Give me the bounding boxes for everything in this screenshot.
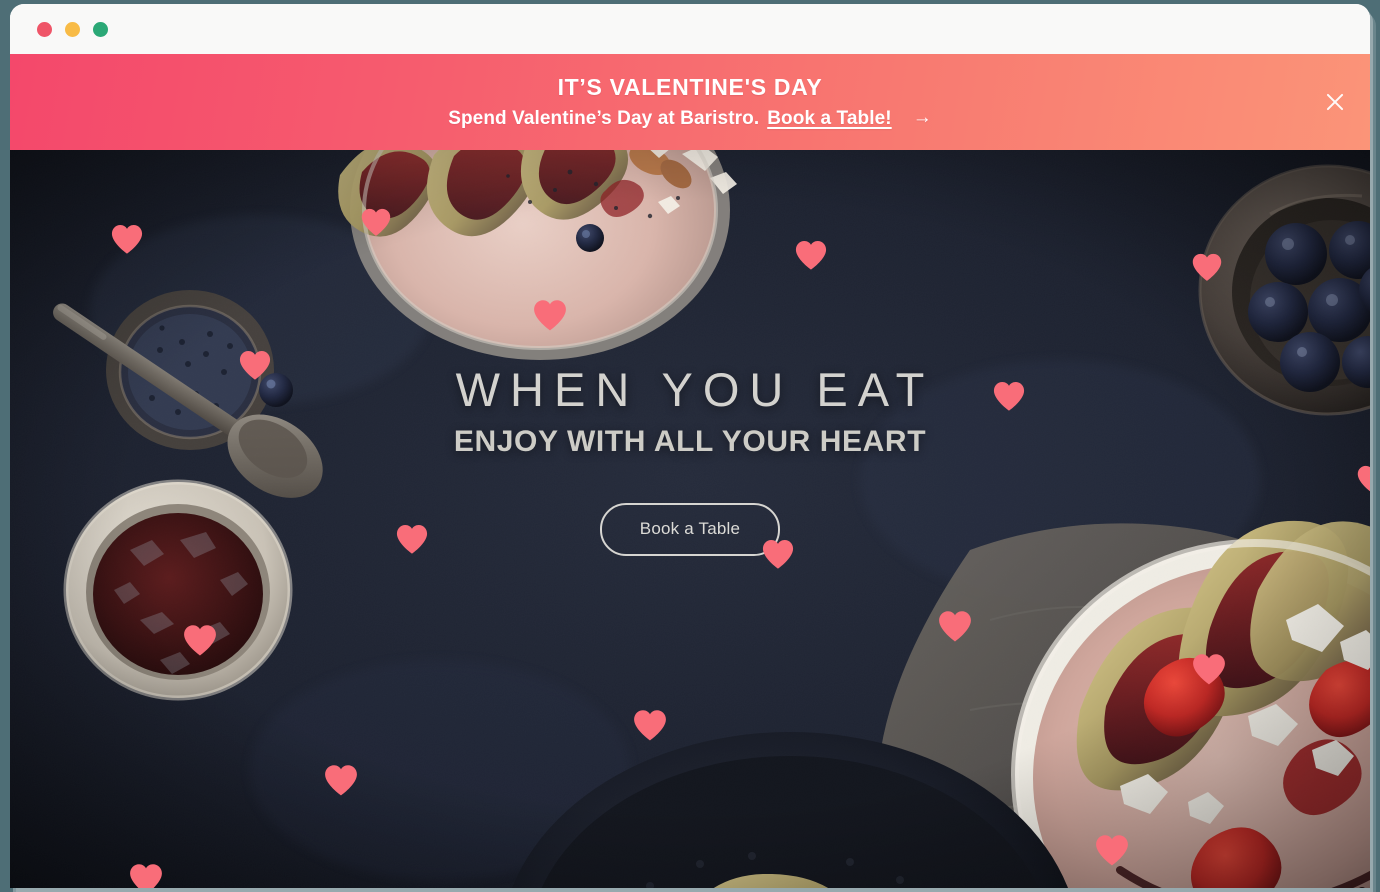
page-viewport: IT’S VALENTINE'S DAY Spend Valentine’s D… [10,54,1370,888]
browser-window: IT’S VALENTINE'S DAY Spend Valentine’s D… [10,4,1370,888]
promo-banner-subtitle: Spend Valentine’s Day at Baristro. Book … [448,108,932,130]
window-maximize-button[interactable] [93,21,108,37]
close-icon[interactable] [1322,89,1348,115]
hero-subtitle: ENJOY WITH ALL YOUR HEART [453,425,927,458]
arrow-right-icon: → [912,107,932,129]
hero-section: WHEN YOU EAT ENJOY WITH ALL YOUR HEART B… [10,150,1370,888]
book-a-table-button[interactable]: Book a Table [599,503,781,556]
traffic-lights [37,21,108,37]
browser-titlebar [10,4,1370,54]
valentines-promo-banner: IT’S VALENTINE'S DAY Spend Valentine’s D… [10,54,1370,150]
promo-banner-title: IT’S VALENTINE'S DAY [557,74,823,101]
window-close-button[interactable] [37,21,52,37]
page-title: WHEN YOU EAT [455,363,935,416]
promo-banner-text: Spend Valentine’s Day at Baristro. [448,107,760,129]
promo-book-a-table-link[interactable]: Book a Table! [767,108,891,130]
window-minimize-button[interactable] [65,21,80,37]
